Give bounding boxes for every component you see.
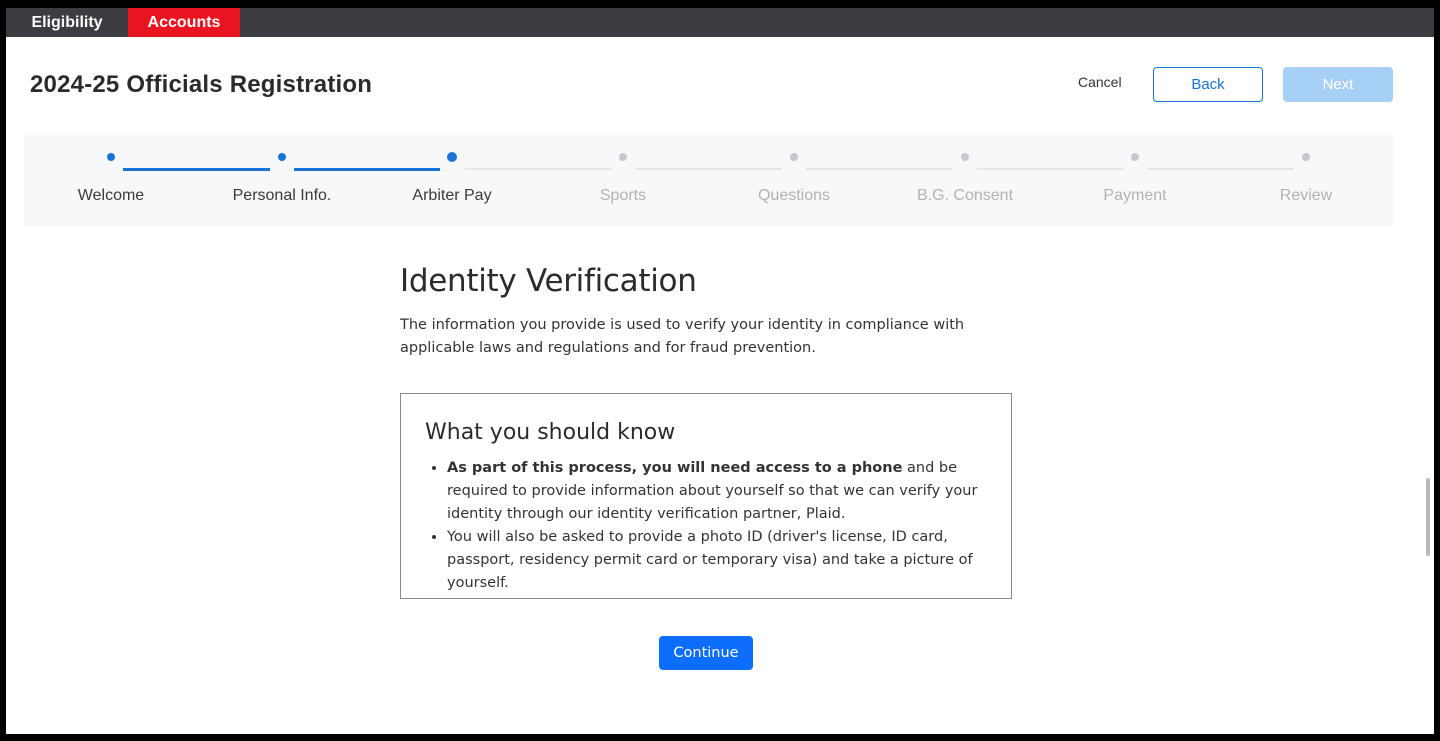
step-label-sports: Sports (599, 187, 647, 204)
step-dot-questions (790, 153, 798, 161)
bullet1-bold: As part of this process, you will need a… (447, 460, 903, 476)
intro-text: The information you provide is used to v… (400, 317, 965, 356)
step-line-6 (977, 168, 1123, 170)
continue-button[interactable]: Continue (659, 636, 753, 670)
step-label-arbiter-pay: Arbiter Pay (412, 187, 492, 204)
info-box: What you should know As part of this pro… (400, 393, 1012, 599)
step-dot-personal-info (278, 153, 286, 161)
progress-stepper: Welcome Personal Info. Arbiter Pay Sport… (24, 135, 1393, 227)
step-line-1 (123, 168, 270, 171)
step-line-5 (806, 168, 953, 170)
next-button[interactable]: Next (1283, 67, 1393, 102)
step-label-review: Review (1279, 187, 1333, 204)
app-window: Eligibility Accounts 2024-25 Officials R… (6, 8, 1434, 734)
step-dot-arbiter-pay (447, 152, 457, 162)
cancel-link[interactable]: Cancel (1078, 74, 1122, 90)
step-label-personal-info: Personal Info. (232, 187, 332, 204)
info-box-title: What you should know (425, 420, 676, 445)
page-title: 2024-25 Officials Registration (30, 71, 373, 98)
step-dot-bg-consent (961, 153, 969, 161)
step-dot-payment (1131, 153, 1139, 161)
list-item: As part of this process, you will need a… (447, 457, 987, 526)
step-label-welcome: Welcome (77, 187, 145, 204)
step-label-questions: Questions (757, 187, 831, 204)
step-dot-sports (619, 153, 627, 161)
scrollbar-thumb[interactable] (1426, 478, 1430, 556)
step-dot-review (1302, 153, 1310, 161)
bullet2-text: You will also be asked to provide a phot… (447, 529, 973, 591)
list-item: You will also be asked to provide a phot… (447, 526, 987, 595)
back-button[interactable]: Back (1153, 67, 1263, 102)
step-label-payment: Payment (1103, 187, 1167, 204)
step-dot-welcome (107, 153, 115, 161)
tab-eligibility[interactable]: Eligibility (6, 8, 128, 37)
step-line-4 (635, 168, 782, 170)
top-nav: Eligibility Accounts (6, 8, 1434, 37)
step-line-2 (294, 168, 440, 171)
section-title: Identity Verification (400, 263, 697, 299)
step-line-7 (1147, 168, 1294, 170)
identity-section: Identity Verification The information yo… (400, 263, 1020, 360)
step-line-3 (465, 168, 611, 170)
tab-accounts[interactable]: Accounts (128, 8, 240, 37)
info-list: As part of this process, you will need a… (425, 457, 987, 595)
step-label-bg-consent: B.G. Consent (916, 187, 1014, 204)
